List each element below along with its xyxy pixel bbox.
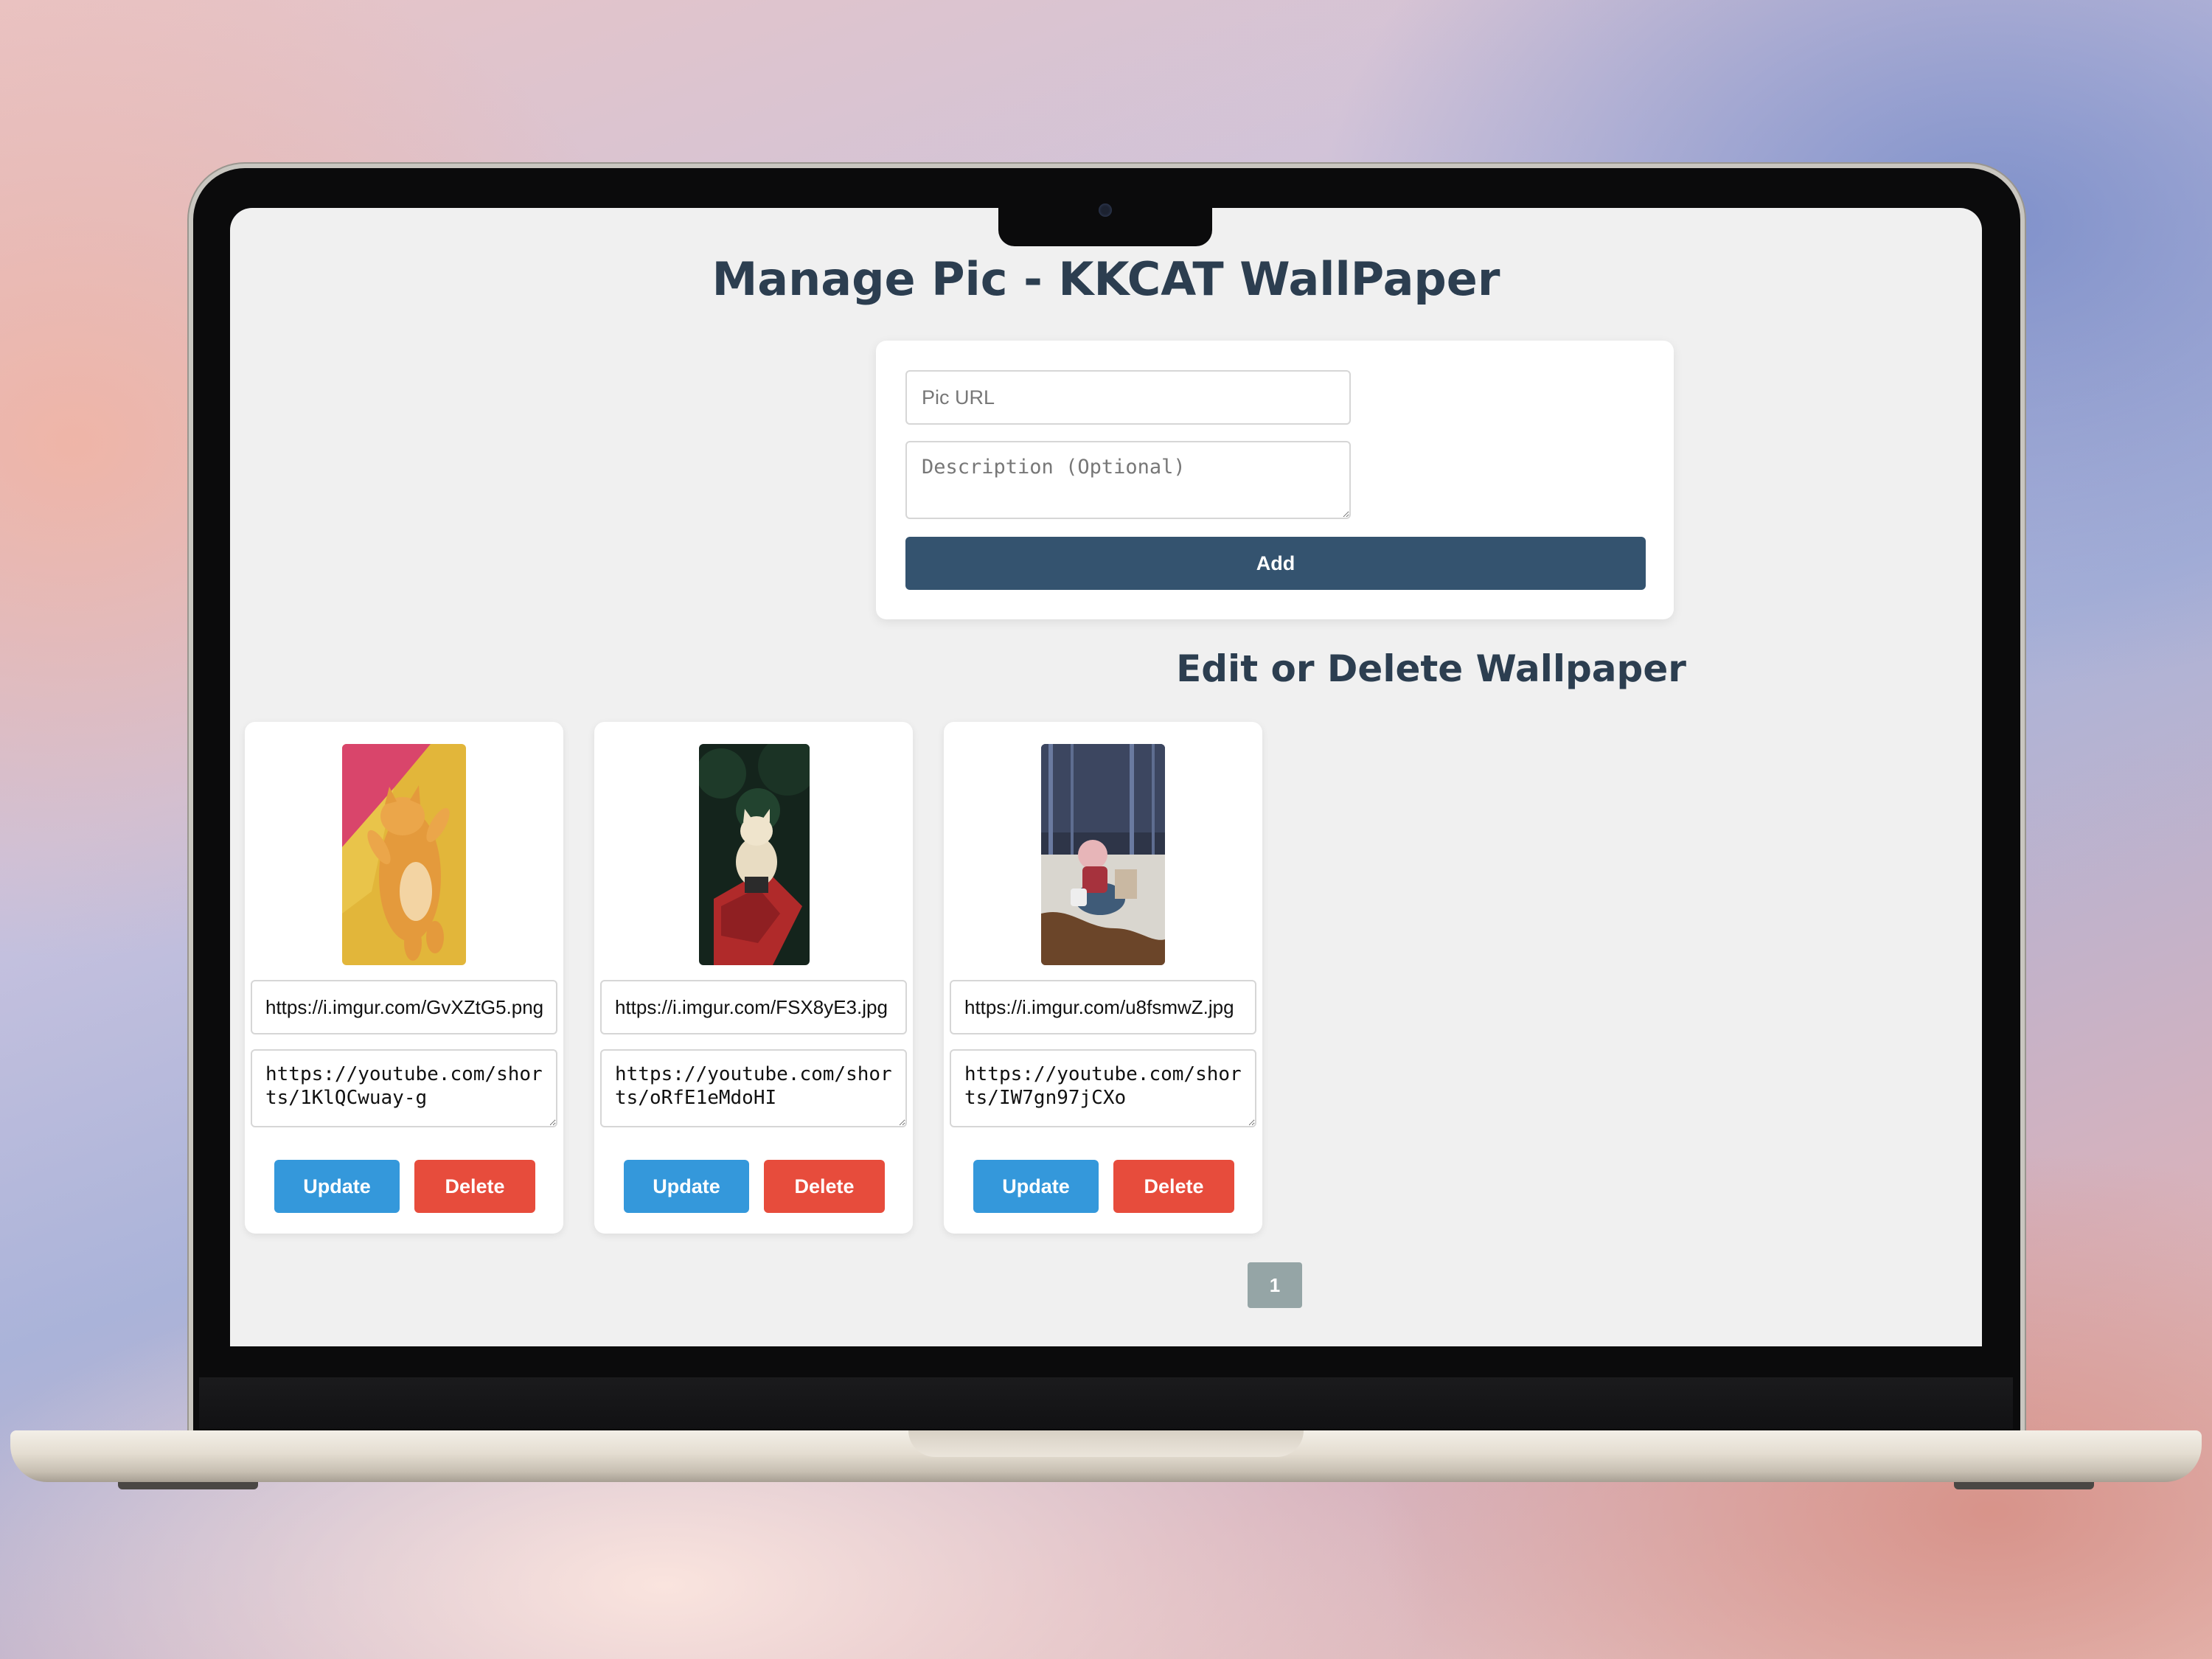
pic-url-input[interactable]	[905, 370, 1351, 425]
wallpaper-description-input[interactable]: https://youtube.com/shorts/oRfE1eMdoHI	[600, 1049, 907, 1127]
page-title: Manage Pic - KKCAT WallPaper	[712, 252, 1500, 306]
delete-button[interactable]: Delete	[764, 1160, 885, 1213]
wallpaper-url-input[interactable]	[950, 980, 1256, 1034]
wallpaper-url-input[interactable]	[251, 980, 557, 1034]
camera-icon	[1099, 204, 1112, 217]
wallpaper-card: https://youtube.com/shorts/IW7gn97jCXo U…	[944, 722, 1262, 1234]
section-title: Edit or Delete Wallpaper	[1176, 647, 1686, 690]
delete-button[interactable]: Delete	[414, 1160, 535, 1213]
orange-cat-image	[342, 744, 466, 965]
add-button[interactable]: Add	[905, 537, 1646, 590]
anime-girl-image	[1041, 744, 1165, 965]
wallpaper-thumbnail	[1041, 744, 1165, 965]
pagination-page-1[interactable]: 1	[1248, 1262, 1302, 1308]
wallpaper-card: https://youtube.com/shorts/oRfE1eMdoHI U…	[594, 722, 913, 1234]
laptop-foot	[118, 1482, 258, 1489]
add-wallpaper-form: Add	[876, 341, 1674, 619]
update-button[interactable]: Update	[973, 1160, 1099, 1213]
description-input[interactable]	[905, 441, 1351, 519]
browser-viewport: Manage Pic - KKCAT WallPaper Add Edit or…	[230, 208, 1982, 1346]
wallpaper-card: https://youtube.com/shorts/1KlQCwuay-g U…	[245, 722, 563, 1234]
wallpaper-thumbnail	[699, 744, 810, 965]
wallpaper-thumbnail	[342, 744, 466, 965]
wallpaper-description-input[interactable]: https://youtube.com/shorts/IW7gn97jCXo	[950, 1049, 1256, 1127]
update-button[interactable]: Update	[274, 1160, 400, 1213]
laptop-foot	[1954, 1482, 2094, 1489]
wallpaper-description-input[interactable]: https://youtube.com/shorts/1KlQCwuay-g	[251, 1049, 557, 1127]
laptop-opening-notch	[908, 1430, 1304, 1457]
wallpaper-url-input[interactable]	[600, 980, 907, 1034]
delete-button[interactable]: Delete	[1113, 1160, 1234, 1213]
laptop-lid-hinge	[199, 1377, 2013, 1429]
cat-in-car-image	[699, 744, 810, 965]
update-button[interactable]: Update	[624, 1160, 749, 1213]
